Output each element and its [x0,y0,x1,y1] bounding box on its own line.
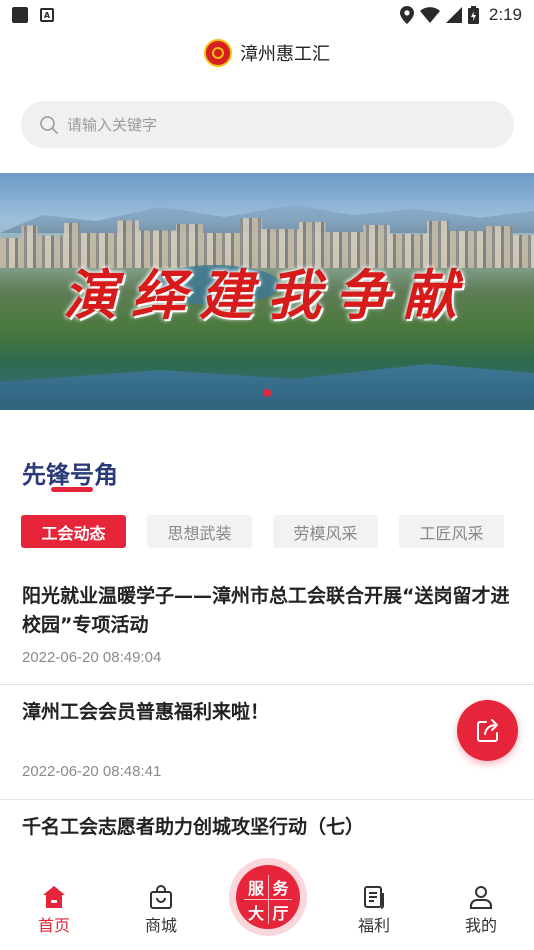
home-icon [43,886,65,908]
news-title: 阳光就业温暖学子——漳州市总工会联合开展“送岗留才进校园”专项活动 [22,585,510,636]
carousel-indicator-dot[interactable] [263,389,271,397]
service-char: 大 [247,904,264,923]
divider [0,684,534,685]
banner-calligraphy: 演绎建我争献 [63,263,471,327]
bottom-nav: 首页 商城 服 务 大 厅 福利 我的 [0,858,534,950]
news-item[interactable]: 阳光就业温暖学子——漳州市总工会联合开展“送岗留才进校园”专项活动 2022-0… [0,582,534,666]
news-title: 漳州工会会员普惠福利来啦！ [22,701,270,723]
status-right: 2:19 [399,5,522,25]
union-logo-icon [204,39,232,67]
battery-icon [467,6,479,24]
a-notification-icon: A [40,8,54,22]
news-item[interactable]: 漳州工会会员普惠福利来啦！ 2022-06-20 08:48:41 [0,698,534,780]
document-icon [364,886,384,909]
tab-ideology[interactable]: 思想武装 [147,515,252,548]
nav-welfare-label: 福利 [357,916,390,935]
nav-mall-label: 商城 [144,916,177,935]
nav-home[interactable]: 首页 [19,884,89,936]
search-input[interactable] [67,115,467,134]
share-button[interactable] [457,700,518,761]
nav-mall[interactable]: 商城 [126,884,196,936]
tab-union-news[interactable]: 工会动态 [21,515,126,548]
wifi-icon [419,7,440,23]
notification-square-icon [12,7,28,23]
news-time: 2022-06-20 08:49:04 [22,649,162,666]
news-time: 2022-06-20 08:48:41 [22,763,162,780]
divider [0,799,534,800]
tab-craftsmen[interactable]: 工匠风采 [399,515,504,548]
app-title: 漳州惠工汇 [240,44,330,65]
news-title: 千名工会志愿者助力创城攻坚行动（七） [22,816,365,838]
status-bar: A 2:19 [0,0,534,30]
tab-model-workers[interactable]: 劳模风采 [273,515,378,548]
status-time: 2:19 [488,5,522,24]
service-char: 务 [268,875,292,900]
status-left: A [12,7,54,23]
banner-river [0,364,534,410]
location-icon [399,6,414,24]
service-char: 厅 [268,900,292,924]
app-header: 漳州惠工汇 [0,38,534,68]
nav-mine-label: 我的 [464,916,497,935]
shopping-bag-icon [150,885,172,909]
service-hall-inner: 服 务 大 厅 [236,865,300,929]
search-icon [40,115,58,134]
nav-mine[interactable]: 我的 [446,884,516,936]
nav-welfare[interactable]: 福利 [339,884,409,936]
category-tabs: 工会动态 思想武装 劳模风采 工匠风采 [21,515,504,548]
service-char: 服 [244,875,268,900]
user-icon [470,886,492,909]
banner-carousel[interactable]: 演绎建我争献 [0,173,534,410]
signal-icon [445,7,462,23]
share-icon [476,718,498,742]
section-underline [51,487,93,492]
search-bar[interactable] [21,101,514,148]
news-item[interactable]: 千名工会志愿者助力创城攻坚行动（七） [0,813,534,842]
section-title: 先锋号角 [22,461,118,489]
service-hall-button[interactable]: 服 务 大 厅 [229,858,307,936]
nav-home-label: 首页 [37,916,70,935]
